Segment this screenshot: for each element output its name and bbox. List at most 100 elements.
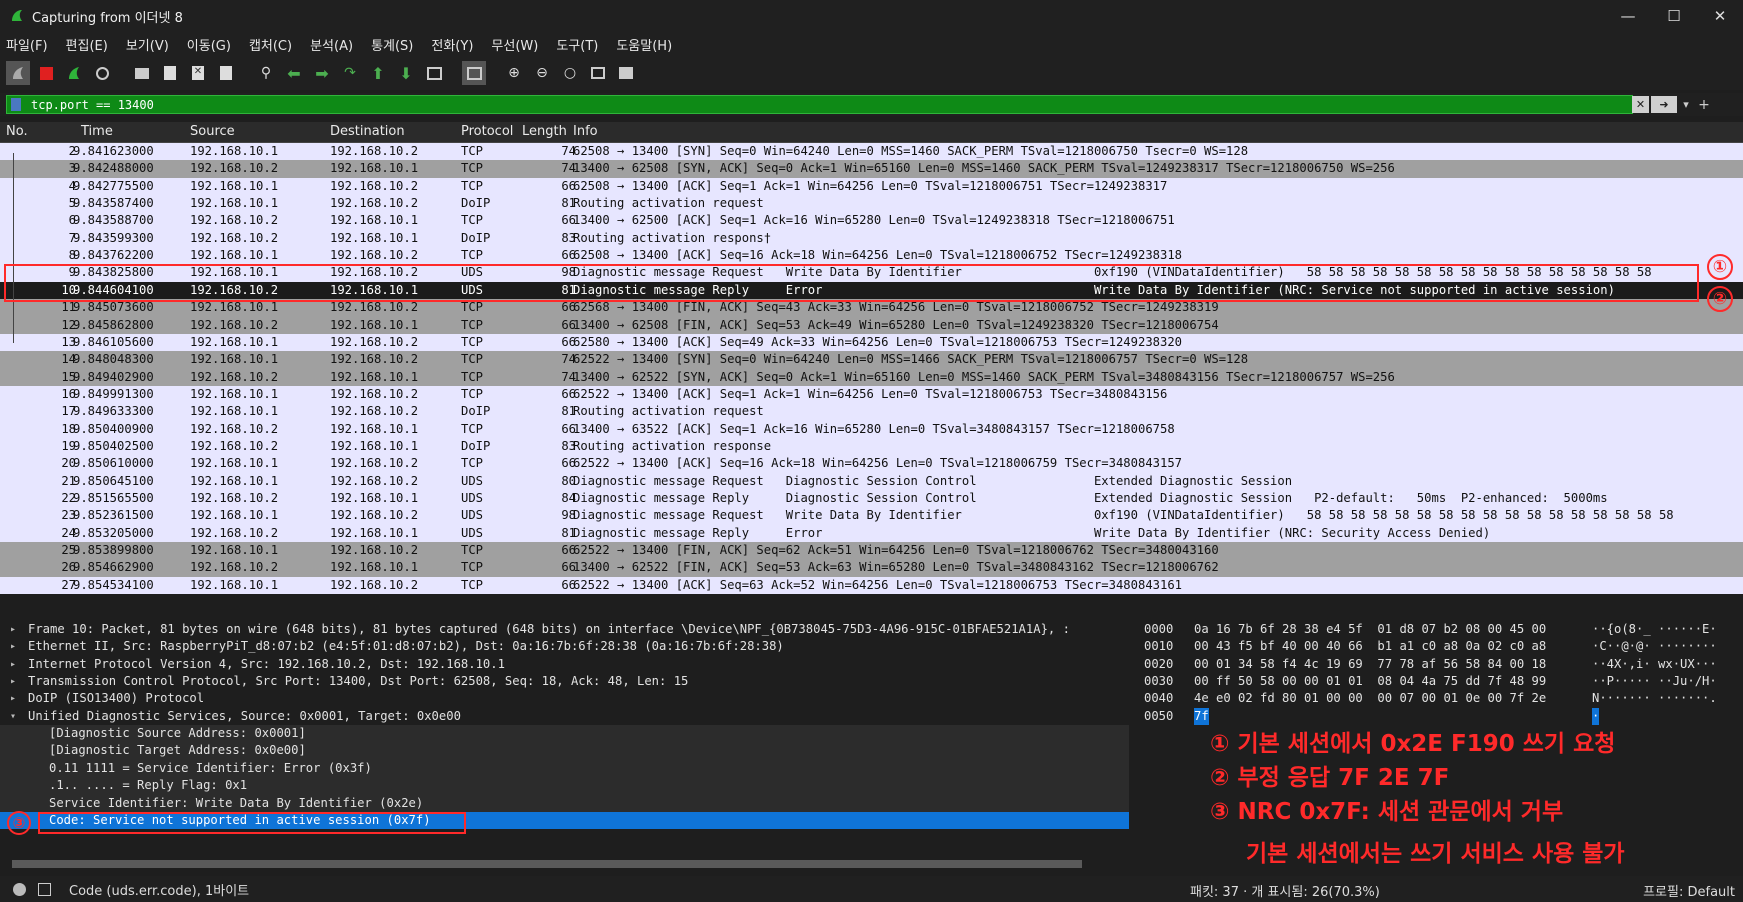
detail-item[interactable]: ▾ Unified Diagnostic Services, Source: 0x… xyxy=(0,708,1129,725)
packet-row[interactable]: 26 9.854662900 192.168.10.2 192.168.10.1 TCP… xyxy=(0,559,1743,577)
open-file-icon[interactable] xyxy=(130,61,154,85)
column-destination[interactable]: Destination xyxy=(330,124,405,139)
packet-row[interactable]: 21 9.850645100 192.168.10.1 192.168.10.2 UDS… xyxy=(0,472,1743,491)
stop-capture-icon[interactable] xyxy=(34,61,58,85)
detail-item[interactable]: ▸ Frame 10: Packet, 81 bytes on wire (648… xyxy=(0,621,1129,638)
hex-row[interactable]: 0020 00 01 34 58 f4 4c 19 69 77 78 af 56 … xyxy=(1144,656,1734,673)
expand-arrow-icon[interactable]: ▾ xyxy=(10,708,16,725)
reload-file-icon[interactable] xyxy=(214,61,238,85)
minimize-button[interactable]: — xyxy=(1605,0,1651,32)
packet-row[interactable]: 17 9.849633300 192.168.10.1 192.168.10.2 DoI… xyxy=(0,403,1743,421)
detail-item[interactable]: ▸ DoIP (ISO13400) Protocol xyxy=(0,690,1129,707)
packet-row[interactable]: 16 9.849991300 192.168.10.1 192.168.10.2 TCP… xyxy=(0,385,1743,404)
menu-item-3[interactable]: 이동(G) xyxy=(187,35,231,54)
packet-list[interactable]: 2 9.841623000 192.168.10.1 192.168.10.2 TCP 7… xyxy=(0,143,1743,597)
column-protocol[interactable]: Protocol xyxy=(461,124,513,139)
expand-arrow-icon[interactable]: ▸ xyxy=(10,656,16,673)
menu-item-7[interactable]: 전화(Y) xyxy=(431,35,473,54)
apply-filter-icon[interactable]: ➜ xyxy=(1651,96,1677,113)
restart-capture-icon[interactable] xyxy=(62,61,86,85)
find-packet-icon[interactable]: ⚲ xyxy=(254,61,278,85)
detail-item[interactable]: ▸ Transmission Control Protocol, Src Port… xyxy=(0,673,1129,690)
packet-row[interactable]: 15 9.849402900 192.168.10.2 192.168.10.1 TCP… xyxy=(0,368,1743,386)
packet-row[interactable]: 22 9.851565500 192.168.10.2 192.168.10.1 UDS… xyxy=(0,490,1743,508)
packet-row[interactable]: 2 9.841623000 192.168.10.1 192.168.10.2 TCP 7… xyxy=(0,143,1743,161)
detail-item[interactable]: Service Identifier: Write Data By Identi… xyxy=(0,794,1129,812)
packet-row[interactable]: 12 9.845862800 192.168.10.2 192.168.10.1 TCP… xyxy=(0,316,1743,334)
go-forward-icon[interactable]: ➡ xyxy=(310,61,334,85)
detail-item[interactable]: ▸ Ethernet II, Src: RaspberryPiT_d8:07:b2… xyxy=(0,638,1129,655)
filter-bookmark-icon[interactable] xyxy=(11,98,21,111)
close-file-icon[interactable]: ✕ xyxy=(186,61,210,85)
expand-arrow-icon[interactable]: ▸ xyxy=(10,621,16,638)
packet-row[interactable]: 23 9.852361500 192.168.10.1 192.168.10.2 UDS… xyxy=(0,507,1743,525)
packet-row[interactable]: 4 9.842775500 192.168.10.1 192.168.10.2 TCP 6… xyxy=(0,177,1743,196)
packet-row[interactable]: 13 9.846105600 192.168.10.1 192.168.10.2 TCP… xyxy=(0,333,1743,352)
last-packet-icon[interactable]: ⬇ xyxy=(394,61,418,85)
detail-item[interactable]: [Diagnostic Source Address: 0x0001] xyxy=(0,725,1129,743)
autoscroll-icon[interactable] xyxy=(422,61,446,85)
menu-item-4[interactable]: 캡처(C) xyxy=(249,35,292,54)
clear-filter-icon[interactable]: ✕ xyxy=(1632,96,1649,113)
packet-row[interactable]: 5 9.843587400 192.168.10.1 192.168.10.2 DoIP… xyxy=(0,195,1743,213)
pane-splitter[interactable] xyxy=(0,599,1743,619)
column-info[interactable]: Info xyxy=(573,124,598,139)
menu-item-9[interactable]: 도구(T) xyxy=(556,35,598,54)
packet-row[interactable]: 7 9.843599300 192.168.10.2 192.168.10.1 DoIP… xyxy=(0,229,1743,248)
menu-item-2[interactable]: 보기(V) xyxy=(126,35,169,54)
scrollbar-thumb[interactable] xyxy=(12,860,1082,868)
expand-arrow-icon[interactable]: ▸ xyxy=(10,690,16,707)
packet-row[interactable]: 24 9.853205000 192.168.10.2 192.168.10.1 UDS… xyxy=(0,524,1743,543)
add-filter-button-icon[interactable]: + xyxy=(1695,96,1713,113)
detail-item[interactable]: ▸ Internet Protocol Version 4, Src: 192.1… xyxy=(0,656,1129,673)
status-profile[interactable]: 프로필: Default xyxy=(1643,881,1735,900)
zoom-in-icon[interactable]: ⊕ xyxy=(502,61,526,85)
packet-row[interactable]: 18 9.850400900 192.168.10.2 192.168.10.1 TCP… xyxy=(0,420,1743,438)
colorize-icon[interactable] xyxy=(462,61,486,85)
packet-row[interactable]: 8 9.843762200 192.168.10.1 192.168.10.2 TCP 6… xyxy=(0,247,1743,265)
column-time[interactable]: Time xyxy=(81,124,113,139)
packet-row[interactable]: 3 9.842488000 192.168.10.2 192.168.10.1 TCP 7… xyxy=(0,160,1743,178)
hex-row[interactable]: 0030 00 ff 50 58 00 00 01 01 08 04 4a 75 … xyxy=(1144,673,1734,690)
capture-options-icon[interactable] xyxy=(90,61,114,85)
expert-info-icon[interactable] xyxy=(13,882,26,896)
detail-item[interactable]: [Diagnostic Target Address: 0x0e00] xyxy=(0,742,1129,760)
close-button[interactable]: ✕ xyxy=(1697,0,1743,32)
packet-row[interactable]: 25 9.853899800 192.168.10.1 192.168.10.2 TCP… xyxy=(0,542,1743,560)
hex-row[interactable]: 0010 00 43 f5 bf 40 00 40 66 b1 a1 c0 a8 … xyxy=(1144,638,1734,655)
capture-comment-icon[interactable] xyxy=(38,882,51,896)
layout-icon[interactable] xyxy=(614,61,638,85)
go-to-packet-icon[interactable]: ↷ xyxy=(338,61,362,85)
menu-item-1[interactable]: 편집(E) xyxy=(66,35,108,54)
packet-row[interactable]: 6 9.843588700 192.168.10.2 192.168.10.1 TCP 6… xyxy=(0,212,1743,230)
column-no[interactable]: No. xyxy=(6,124,28,139)
expand-arrow-icon[interactable]: ▸ xyxy=(10,638,16,655)
zoom-out-icon[interactable]: ⊖ xyxy=(530,61,554,85)
column-length[interactable]: Length xyxy=(522,124,567,139)
menu-item-5[interactable]: 분석(A) xyxy=(310,35,353,54)
packet-row[interactable]: 19 9.850402500 192.168.10.2 192.168.10.1 DoI… xyxy=(0,437,1743,456)
save-file-icon[interactable] xyxy=(158,61,182,85)
column-source[interactable]: Source xyxy=(190,124,235,139)
hex-row[interactable]: 0000 0a 16 7b 6f 28 38 e4 5f 01 d8 07 b2 … xyxy=(1144,621,1734,638)
details-scrollbar[interactable] xyxy=(0,857,1129,871)
zoom-reset-icon[interactable]: ○ xyxy=(558,61,582,85)
packet-row[interactable]: 14 9.848048300 192.168.10.1 192.168.10.2 TCP… xyxy=(0,351,1743,369)
start-capture-icon[interactable] xyxy=(6,61,30,85)
menu-item-6[interactable]: 통계(S) xyxy=(371,35,413,54)
menu-item-10[interactable]: 도움말(H) xyxy=(616,35,672,54)
filter-history-icon[interactable]: ▾ xyxy=(1679,96,1693,113)
hex-row[interactable]: 0040 4e e0 02 fd 80 01 00 00 00 07 00 01 … xyxy=(1144,690,1734,707)
packet-row[interactable]: 27 9.854534100 192.168.10.1 192.168.10.2 TCP… xyxy=(0,576,1743,595)
go-back-icon[interactable]: ⬅ xyxy=(282,61,306,85)
display-filter-input[interactable]: tcp.port == 13400 xyxy=(6,95,1633,114)
menu-item-0[interactable]: 파일(F) xyxy=(6,35,48,54)
maximize-button[interactable]: ☐ xyxy=(1651,0,1697,32)
detail-item[interactable]: 0.11 1111 = Service Identifier: Error (0… xyxy=(0,759,1129,778)
packet-row[interactable]: 20 9.850610000 192.168.10.1 192.168.10.2 TCP… xyxy=(0,455,1743,473)
detail-item[interactable]: .1.. .... = Reply Flag: 0x1 xyxy=(0,777,1129,795)
resize-columns-icon[interactable] xyxy=(586,61,610,85)
expand-arrow-icon[interactable]: ▸ xyxy=(10,673,16,690)
menu-item-8[interactable]: 무선(W) xyxy=(491,35,538,54)
first-packet-icon[interactable]: ⬆ xyxy=(366,61,390,85)
